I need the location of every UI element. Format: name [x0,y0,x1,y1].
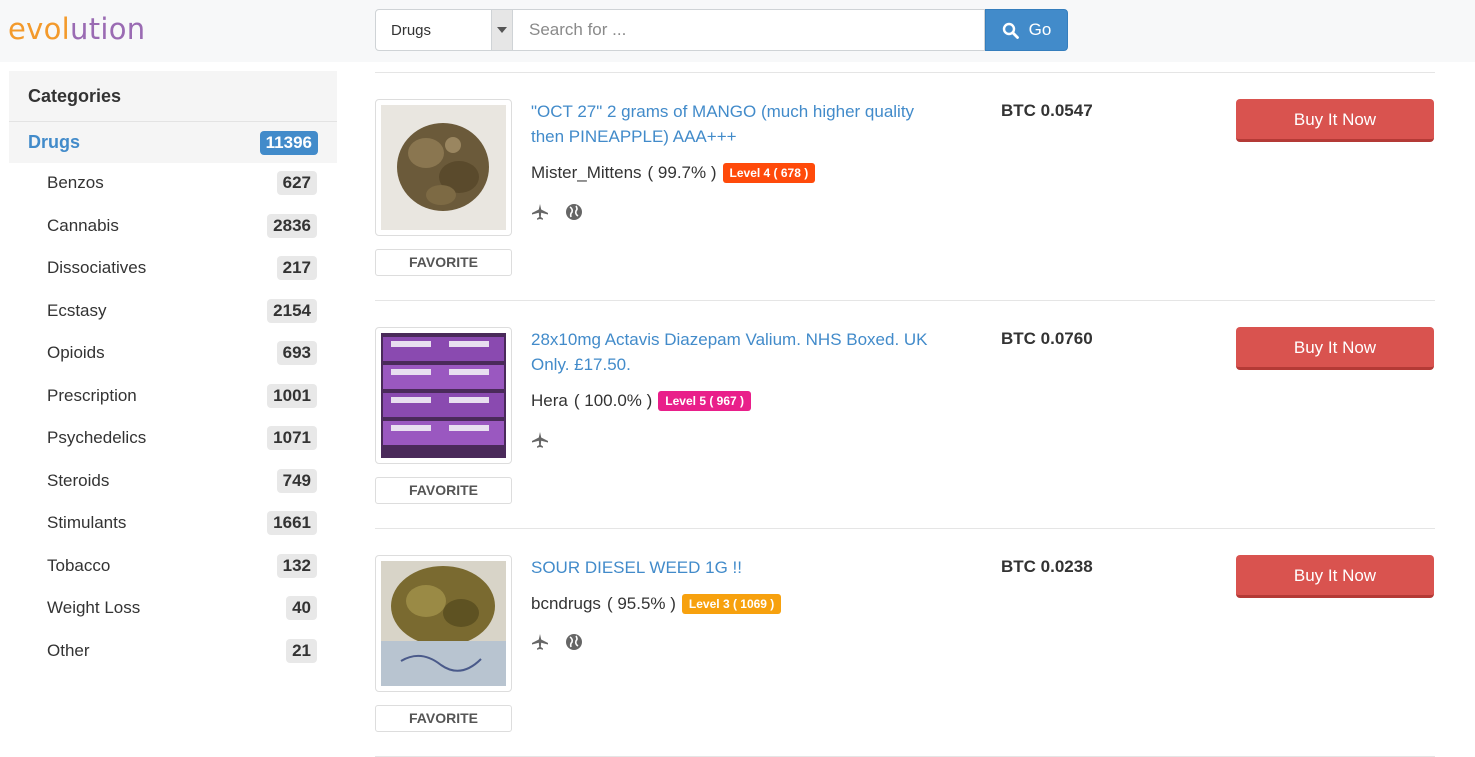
sidebar-item-label: Stimulants [47,513,127,532]
product-thumbnail[interactable] [375,555,512,692]
sidebar-item-label: Dissociatives [47,258,147,277]
count-badge: 1001 [267,383,317,408]
level-badge: Level 4 ( 678 ) [722,163,816,183]
vendor-name[interactable]: Mister_Mittens [531,163,642,183]
product-image [381,105,506,230]
globe-icon [566,634,582,650]
sidebar-item-label: Steroids [47,470,110,490]
sidebar-item-drugs[interactable]: Drugs 11396 [9,122,337,163]
count-badge: 1071 [267,426,317,450]
count-badge: 749 [276,468,317,493]
top-bar: evolution Drugs Go [0,0,1475,62]
vendor-rating: ( 99.7% ) [647,163,717,182]
price: BTC 0.0760 [1001,329,1093,348]
price: BTC 0.0238 [1001,557,1093,576]
sidebar-item-ecstasy[interactable]: Ecstasy 2154 [9,291,337,334]
plane-icon [532,634,548,650]
listing-title-link[interactable]: 28x10mg Actavis Diazepam Valium. NHS Box… [531,327,951,377]
listing-title-link[interactable]: "OCT 27" 2 grams of MANGO (much higher q… [531,99,951,149]
sidebar-item-label: Tobacco [47,555,111,575]
buy-it-now-button[interactable]: Buy It Now [1236,99,1434,142]
vendor-rating: ( 95.5% ) [606,594,676,613]
product-thumbnail[interactable] [375,99,512,236]
sidebar-item-prescription[interactable]: Prescription 1001 [9,376,337,419]
go-button[interactable]: Go [985,9,1068,51]
sidebar-item-stimulants[interactable]: Stimulants 1661 [9,503,337,546]
vendor-name[interactable]: bcndrugs [531,594,601,614]
listing-item: FAVORITE 28x10mg Actavis Diazepam Valium… [375,301,1435,529]
listings: FAVORITE "OCT 27" 2 grams of MANGO (much… [375,72,1435,757]
logo-part-1: evol [8,12,71,46]
sidebar-item-cannabis[interactable]: Cannabis 2836 [9,206,337,249]
search-input[interactable] [513,9,985,51]
favorite-button[interactable]: FAVORITE [375,249,512,276]
sidebar-item-label: Cannabis [47,215,119,235]
product-image [381,561,506,686]
search-icon [1002,22,1019,39]
category-select-value: Drugs [391,22,432,39]
categories-heading: Categories [9,71,337,122]
shipping-icons [531,431,549,449]
vendor-info: bcndrugs ( 95.5% ) Level 3 ( 1069 ) [531,594,782,614]
level-badge: Level 5 ( 967 ) [658,391,752,411]
count-badge: 1661 [267,511,317,535]
sidebar-item-benzos[interactable]: Benzos 627 [9,163,337,206]
buy-it-now-button[interactable]: Buy It Now [1236,555,1434,598]
sidebar-item-weight-loss[interactable]: Weight Loss 40 [9,588,337,631]
count-badge: 693 [276,341,317,365]
count-badge: 2154 [267,298,317,323]
listing-title-link[interactable]: SOUR DIESEL WEED 1G !! [531,555,951,580]
count-badge: 11396 [259,130,318,155]
sidebar-item-steroids[interactable]: Steroids 749 [9,461,337,504]
count-badge: 132 [276,553,317,578]
favorite-button[interactable]: FAVORITE [375,705,512,732]
sidebar-item-label: Other [47,640,90,660]
price: BTC 0.0547 [1001,101,1093,120]
sidebar-item-label: Prescription [47,385,137,405]
vendor-info: Hera ( 100.0% ) Level 5 ( 967 ) [531,391,752,411]
sidebar-item-tobacco[interactable]: Tobacco 132 [9,546,337,589]
count-badge: 40 [286,596,317,620]
product-thumbnail[interactable] [375,327,512,464]
level-badge: Level 3 ( 1069 ) [681,594,782,614]
sidebar-item-label: Ecstasy [47,300,107,320]
sidebar-item-label: Opioids [47,343,105,362]
listing-item: FAVORITE SOUR DIESEL WEED 1G !! bcndrugs… [375,529,1435,757]
count-badge: 217 [276,256,317,280]
listing-item: FAVORITE "OCT 27" 2 grams of MANGO (much… [375,73,1435,301]
sidebar-item-psychedelics[interactable]: Psychedelics 1071 [9,418,337,461]
globe-icon [566,204,582,220]
vendor-info: Mister_Mittens ( 99.7% ) Level 4 ( 678 ) [531,163,816,183]
sidebar-item-dissociatives[interactable]: Dissociatives 217 [9,248,337,291]
count-badge: 2836 [267,213,317,238]
category-select[interactable]: Drugs [375,9,513,51]
shipping-icons [531,203,583,221]
chevron-down-icon[interactable] [491,10,512,50]
sidebar-item-opioids[interactable]: Opioids 693 [9,333,337,376]
count-badge: 21 [286,638,317,663]
plane-icon [532,204,548,220]
favorite-button[interactable]: FAVORITE [375,477,512,504]
vendor-name[interactable]: Hera [531,391,568,411]
count-badge: 627 [276,171,317,195]
buy-it-now-button[interactable]: Buy It Now [1236,327,1434,370]
plane-icon [532,432,548,448]
vendor-rating: ( 100.0% ) [573,391,653,410]
sidebar-item-label: Drugs [28,132,81,152]
logo-part-2: ution [70,12,146,46]
sidebar-item-label: Weight Loss [47,598,141,617]
categories-sidebar: Categories Drugs 11396 Benzos 627 Cannabi… [9,71,337,673]
product-image [381,333,506,458]
shipping-icons [531,633,583,651]
sidebar-item-label: Benzos [47,173,104,192]
go-button-label: Go [1028,20,1052,39]
logo[interactable]: evolution [8,12,145,46]
sidebar-item-label: Psychedelics [47,428,147,447]
search-bar: Drugs Go [375,9,1068,51]
